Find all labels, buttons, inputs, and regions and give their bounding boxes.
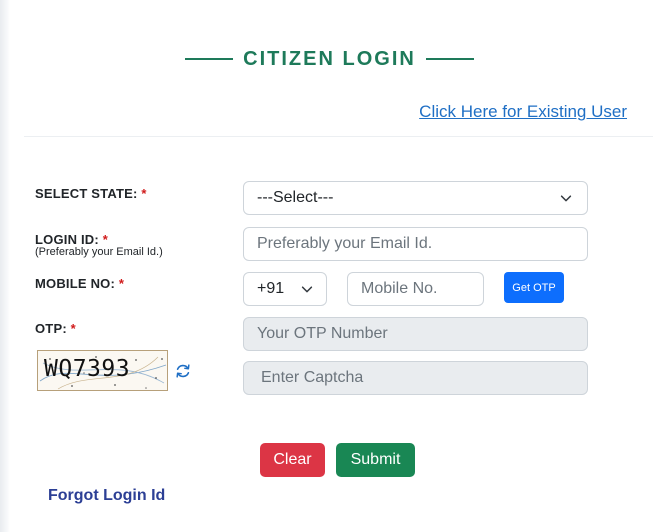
captcha-placeholder: Enter Captcha — [261, 369, 364, 386]
submit-button[interactable]: Submit — [336, 443, 415, 477]
mobile-label: MOBILE NO: * — [35, 276, 124, 291]
otp-input[interactable]: Your OTP Number — [243, 317, 588, 351]
title-line-right — [425, 58, 474, 60]
captcha-text: WQ7393 — [44, 356, 131, 382]
country-code-select[interactable]: +91 — [243, 272, 327, 306]
title-line-left — [185, 58, 234, 60]
clear-button[interactable]: Clear — [260, 443, 325, 477]
state-select-value: ---Select--- — [257, 189, 334, 206]
state-label-text: SELECT STATE: — [35, 186, 138, 201]
otp-label-text: OTP: — [35, 321, 67, 336]
state-label: SELECT STATE: * — [35, 186, 147, 201]
captcha-input[interactable]: Enter Captcha — [243, 361, 588, 395]
login-id-label-text: LOGIN ID: — [35, 232, 99, 247]
page-title: CITIZEN LOGIN — [243, 47, 416, 70]
login-id-input[interactable]: Preferably your Email Id. — [243, 227, 588, 261]
state-select[interactable]: ---Select--- — [243, 181, 588, 215]
header-divider — [24, 136, 653, 137]
chevron-down-icon — [301, 286, 313, 293]
login-id-hint: (Preferably your Email Id.) — [35, 246, 163, 258]
forgot-login-id-link[interactable]: Forgot Login Id — [48, 487, 165, 505]
login-id-placeholder: Preferably your Email Id. — [257, 235, 433, 252]
login-id-label: LOGIN ID: * — [35, 232, 108, 247]
otp-required-mark: * — [70, 321, 76, 336]
otp-placeholder: Your OTP Number — [257, 325, 388, 342]
page-header: CITIZEN LOGIN — [0, 44, 659, 74]
country-code-value: +91 — [257, 280, 285, 297]
get-otp-button[interactable]: Get OTP — [504, 272, 564, 303]
login-id-required-mark: * — [102, 232, 108, 247]
captcha-image: WQ7393 — [37, 350, 168, 391]
existing-user-link[interactable]: Click Here for Existing User — [419, 102, 627, 122]
chevron-down-icon — [560, 195, 572, 202]
refresh-captcha-icon[interactable] — [174, 362, 192, 380]
mobile-input[interactable]: Mobile No. — [347, 272, 484, 306]
state-required-mark: * — [141, 186, 147, 201]
otp-label: OTP: * — [35, 321, 76, 336]
mobile-label-text: MOBILE NO: — [35, 276, 115, 291]
mobile-placeholder: Mobile No. — [361, 280, 438, 297]
mobile-required-mark: * — [118, 276, 125, 291]
page-left-edge — [0, 0, 10, 532]
